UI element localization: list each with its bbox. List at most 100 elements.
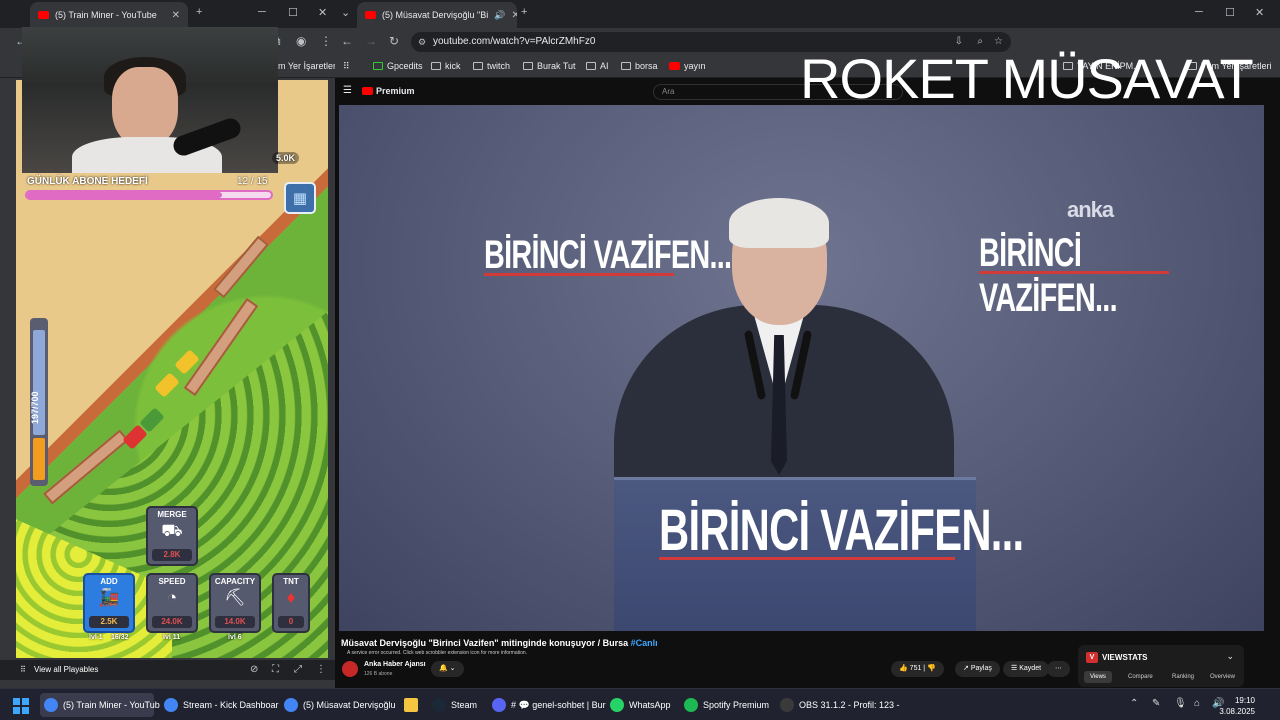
- url-text: youtube.com/watch?v=PAlcrZMhFz0: [433, 36, 596, 47]
- bookmark-ai[interactable]: AI: [586, 61, 609, 71]
- profile-icon[interactable]: ◉: [296, 34, 306, 48]
- mute-icon[interactable]: ⊘: [250, 664, 258, 675]
- taskbar-obs[interactable]: OBS 31.1.2 - Profil: 123 -: [776, 693, 900, 717]
- bookmark-yayin[interactable]: yayın: [669, 61, 706, 71]
- like-button[interactable]: 👍 751 | 👎: [891, 661, 944, 677]
- merge-button[interactable]: MERGE ⛟ 2.8K: [146, 506, 198, 566]
- menu-icon[interactable]: ⋮: [320, 34, 332, 48]
- bookmark-all[interactable]: m Yer İşaretleri: [278, 61, 335, 71]
- upgrade-title: SPEED: [158, 577, 186, 586]
- maximize-button[interactable]: ☐: [1225, 6, 1235, 19]
- add-level: lvl 1: [89, 634, 103, 641]
- pen-icon[interactable]: ✎: [1152, 698, 1160, 709]
- like-icon: 👍: [899, 665, 908, 672]
- upgrade-cost: 24.0K: [152, 616, 192, 628]
- more-icon[interactable]: ⋮: [316, 664, 326, 675]
- backdrop-banner-left: BİRİNCİ VAZİFEN...: [484, 233, 732, 277]
- podium-underline: [659, 557, 955, 560]
- save-button[interactable]: ☰ Kaydet: [1003, 661, 1050, 677]
- subscriber-count: 126 B abone: [364, 671, 393, 677]
- forward-icon[interactable]: →: [365, 34, 377, 48]
- maximize-button[interactable]: ☐: [288, 6, 298, 19]
- cart-icon: ⛏: [224, 588, 246, 607]
- chrome-icon: [44, 698, 58, 712]
- audio-icon[interactable]: 🔊: [494, 10, 505, 21]
- new-tab-button[interactable]: +: [196, 6, 202, 18]
- viewstats-tab-views[interactable]: Views: [1084, 671, 1112, 683]
- speed-upgrade-button[interactable]: SPEED ◔ 24.0K: [146, 573, 198, 633]
- microphone-icon[interactable]: 🎙: [1174, 698, 1187, 709]
- minimize-button[interactable]: ─: [1195, 6, 1203, 18]
- close-icon[interactable]: ✕: [511, 10, 517, 21]
- bookmark-gpcedits[interactable]: Gpcedits: [373, 61, 423, 71]
- bookmark-burak-tut[interactable]: Burak Tut: [523, 61, 576, 71]
- taskbar-file-explorer[interactable]: [400, 693, 422, 717]
- network-icon[interactable]: ⌂: [1194, 698, 1200, 709]
- taskbar-whatsapp[interactable]: WhatsApp: [606, 693, 678, 717]
- podium-banner: BİRİNCİ VAZİFEN...: [659, 498, 1024, 563]
- new-tab-button[interactable]: +: [521, 6, 527, 18]
- minimize-button[interactable]: ─: [258, 6, 266, 18]
- channel-name[interactable]: Anka Haber Ajansı: [364, 661, 426, 668]
- back-icon[interactable]: ←: [341, 34, 353, 48]
- subscriber-goal-bar: [25, 190, 273, 200]
- viewstats-tab-ranking[interactable]: Ranking: [1166, 671, 1200, 683]
- add-upgrade-button[interactable]: ADD 🚂 2.5K: [83, 573, 135, 633]
- notification-bell-button[interactable]: 🔔 ⌄: [431, 661, 464, 677]
- viewstats-tab-compare[interactable]: Compare: [1122, 671, 1159, 683]
- windows-start-icon[interactable]: [13, 698, 29, 714]
- taskbar-discord[interactable]: # 💬 genel-sohbet | Bur: [488, 693, 606, 717]
- grid-icon: ⠿: [20, 665, 26, 674]
- left-tabstrip: (5) Train Miner - YouTube ✕ + ─ ☐ ✕: [0, 0, 335, 28]
- taskbar-chrome-train-miner[interactable]: (5) Train Miner - YouTub: [40, 693, 160, 717]
- close-window-button[interactable]: ✕: [1255, 6, 1264, 19]
- expand-icon[interactable]: ⤢: [294, 664, 302, 675]
- viewstats-tab-overview[interactable]: Overview: [1204, 671, 1241, 683]
- hamburger-icon[interactable]: ☰: [343, 85, 352, 96]
- bookmark-borsa[interactable]: borsa: [621, 61, 658, 71]
- capacity-label: 197/700: [30, 391, 40, 425]
- folder-icon: [404, 698, 418, 712]
- youtube-logo[interactable]: Premium: [362, 86, 415, 96]
- chevron-up-icon[interactable]: ⌃: [1130, 698, 1138, 709]
- close-icon[interactable]: ✕: [172, 10, 180, 21]
- bookmark-twitch[interactable]: twitch: [473, 61, 510, 71]
- taskbar-chrome-kick[interactable]: Stream - Kick Dashboar: [160, 693, 279, 717]
- tab-musavat[interactable]: (5) Müsavat Dervişoğlu "Bi 🔊 ✕: [357, 2, 517, 28]
- capacity-upgrade-button[interactable]: CAPACITY ⛏ 14.0K: [209, 573, 261, 633]
- rail-track: [213, 235, 269, 299]
- webcam-overlay: [22, 27, 278, 173]
- clock-time: 19:10: [1234, 696, 1255, 705]
- tab-train-miner[interactable]: (5) Train Miner - YouTube ✕: [30, 2, 188, 28]
- chevron-down-icon[interactable]: ⌄: [1226, 651, 1234, 662]
- bookmark-kick[interactable]: kick: [431, 61, 461, 71]
- channel-avatar[interactable]: [342, 661, 358, 677]
- reload-icon[interactable]: ↻: [389, 34, 399, 48]
- upgrade-title: TNT: [283, 577, 299, 586]
- hashtag-link[interactable]: #Canlı: [631, 638, 658, 648]
- more-actions-button[interactable]: ⋯: [1047, 661, 1070, 677]
- merge-cost: 2.8K: [152, 549, 192, 561]
- folder-icon: [473, 62, 483, 70]
- taskbar-spotify[interactable]: Spotify Premium: [680, 693, 772, 717]
- youtube-icon: [365, 11, 376, 19]
- apps-icon[interactable]: ⠿: [343, 61, 350, 72]
- upgrade-title: CAPACITY: [214, 577, 256, 586]
- fullscreen-icon[interactable]: ⛶: [272, 664, 279, 675]
- system-clock[interactable]: 19:10 3.08.2025: [1219, 695, 1255, 717]
- map-button[interactable]: ▦: [284, 182, 316, 214]
- close-window-button[interactable]: ✕: [318, 6, 327, 19]
- speed-level: lvl 11: [163, 634, 181, 641]
- tnt-upgrade-button[interactable]: TNT ♦ 0: [272, 573, 310, 633]
- speaker-hair: [729, 198, 829, 248]
- steam-icon: [432, 698, 446, 712]
- site-info-icon[interactable]: ⚙: [418, 32, 426, 52]
- video-player[interactable]: BİRİNCİ VAZİFEN... BİRİNCİ VAZİFEN... an…: [339, 105, 1264, 631]
- tab-list-icon[interactable]: ⌄: [341, 6, 350, 19]
- view-all-playables-link[interactable]: View all Playables: [34, 665, 98, 674]
- tab-title: (5) Müsavat Dervişoğlu "Bi: [382, 10, 489, 20]
- viewstats-panel: V VIEWSTATS ⌄ Views Compare Ranking Over…: [1078, 645, 1244, 687]
- share-button[interactable]: ↗ Paylaş: [955, 661, 1000, 677]
- taskbar-steam[interactable]: Steam: [428, 693, 482, 717]
- taskbar-chrome-musavat[interactable]: (5) Müsavat Dervişoğlu: [280, 693, 396, 717]
